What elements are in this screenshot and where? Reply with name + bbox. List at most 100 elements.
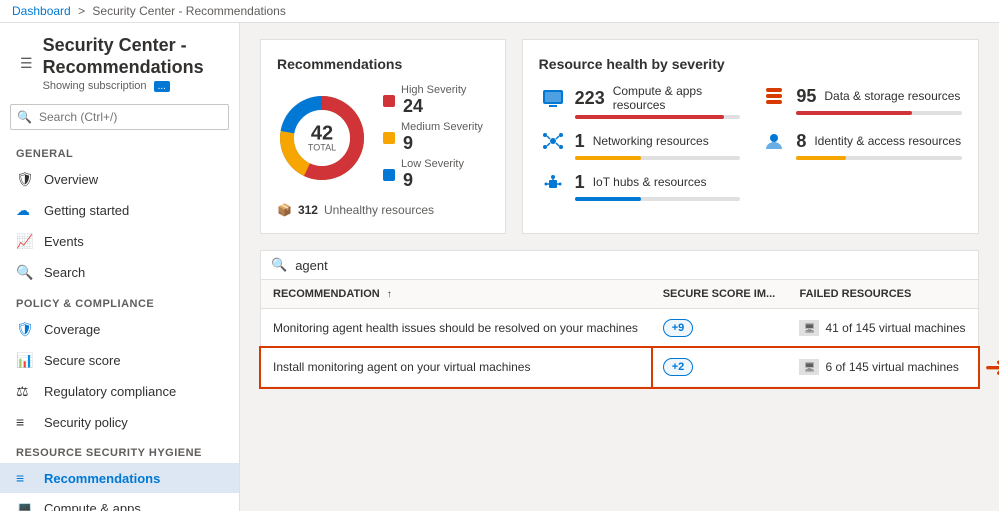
sidebar-item-label: Overview (44, 172, 98, 187)
iot-count: 1 (575, 172, 585, 193)
sidebar-item-label: Compute & apps (44, 501, 141, 511)
table-row[interactable]: Monitoring agent health issues should be… (261, 309, 978, 348)
high-count: 24 (403, 96, 466, 117)
score-badge-2: +2 (663, 358, 694, 376)
recommendations-card-title: Recommendations (277, 56, 489, 72)
vm-cell: 🖥 41 of 145 virtual machines (799, 320, 966, 336)
sidebar-item-recommendations[interactable]: ≡ Recommendations (0, 463, 239, 493)
resource-data-top: 95 Data & storage resources (760, 84, 962, 108)
data-name: Data & storage resources (824, 89, 960, 103)
filter-input[interactable] (295, 258, 968, 273)
compute-count: 223 (575, 88, 605, 109)
unhealthy-row: 📦 312 Unhealthy resources (277, 203, 489, 217)
page-subtitle: Showing subscription ... (43, 80, 223, 92)
iot-res-icon (539, 170, 567, 194)
resource-compute: 223 Compute & apps resources (539, 84, 741, 119)
sidebar-item-getting-started[interactable]: ☁ Getting started (0, 195, 239, 226)
table: RECOMMENDATION ↑ SECURE SCORE IM... FAIL… (261, 280, 978, 387)
sidebar: ☰ Security Center - Recommendations Show… (0, 23, 240, 511)
col-score: SECURE SCORE IM... (651, 280, 788, 309)
sidebar-item-events[interactable]: 📈 Events (0, 226, 239, 257)
severity-list: High Severity 24 Medium Severity 9 (383, 84, 483, 191)
sidebar-item-label: Events (44, 234, 84, 249)
breadcrumb-home[interactable]: Dashboard (12, 4, 71, 18)
policy-icon: ≡ (16, 414, 36, 430)
resource-iot: 1 IoT hubs & resources (539, 170, 741, 201)
recommendations-table: RECOMMENDATION ↑ SECURE SCORE IM... FAIL… (260, 280, 979, 388)
identity-bar (796, 156, 846, 160)
vm-icon: 🖥 (799, 320, 819, 336)
top-cards-row: Recommendations (260, 39, 979, 234)
identity-bar-bg (796, 156, 962, 160)
resource-data: 95 Data & storage resources (760, 84, 962, 119)
vm-icon-2: 🖥 (799, 359, 819, 375)
main-content: Recommendations (240, 23, 999, 511)
identity-name: Identity & access resources (814, 134, 961, 148)
compute-bar (575, 115, 724, 119)
identity-count: 8 (796, 131, 806, 152)
data-count: 95 (796, 86, 816, 107)
sidebar-item-overview[interactable]: 🛡 Overview (0, 164, 239, 195)
collapse-button[interactable]: ☰ (16, 51, 37, 76)
section-label-general: GENERAL (0, 138, 239, 164)
health-card-title: Resource health by severity (539, 56, 962, 72)
table-row-highlighted[interactable]: Install monitoring agent on your virtual… (261, 348, 978, 387)
recommendations-card: Recommendations (260, 39, 506, 234)
sidebar-item-coverage[interactable]: 🛡 Coverage (0, 314, 239, 345)
low-count: 9 (403, 170, 464, 191)
cards-area: Recommendations (240, 23, 999, 250)
resource-networking-top: 1 Networking resources (539, 129, 741, 153)
unhealthy-label: Unhealthy resources (324, 203, 434, 217)
data-res-icon (760, 84, 788, 108)
recommendations-icon: ≡ (16, 470, 36, 486)
sidebar-item-label: Getting started (44, 203, 129, 218)
iot-bar-bg (575, 197, 741, 201)
sidebar-item-secure-score[interactable]: 📊 Secure score (0, 345, 239, 376)
donut-label: TOTAL (308, 143, 336, 152)
donut-center: 42 TOTAL (308, 123, 336, 152)
section-label-hygiene: RESOURCE SECURITY HYGIENE (0, 437, 239, 463)
sort-arrow: ↑ (387, 289, 392, 300)
sidebar-item-compute-apps[interactable]: 💻 Compute & apps (0, 493, 239, 511)
search-input[interactable] (10, 104, 229, 130)
col-recommendation: RECOMMENDATION ↑ (261, 280, 651, 309)
breadcrumb: Dashboard > Security Center - Recommenda… (0, 0, 999, 23)
sidebar-item-search[interactable]: 🔍 Search (0, 257, 239, 288)
col-failed: FAILED RESOURCES (787, 280, 978, 309)
table-header-row: RECOMMENDATION ↑ SECURE SCORE IM... FAIL… (261, 280, 978, 309)
cloud-icon: ☁ (16, 202, 36, 219)
data-bar (796, 111, 912, 115)
networking-bar (575, 156, 641, 160)
sidebar-item-regulatory-compliance[interactable]: ⚖ Regulatory compliance (0, 376, 239, 407)
resource-identity-top: 8 Identity & access resources (760, 129, 962, 153)
filter-search-icon: 🔍 (271, 257, 287, 273)
networking-res-icon (539, 129, 567, 153)
page-title: Security Center - Recommendations (43, 35, 223, 78)
compute-icon: 💻 (16, 500, 36, 511)
data-bar-bg (796, 111, 962, 115)
recommendation-cell: Monitoring agent health issues should be… (261, 309, 651, 348)
sidebar-item-label: Security policy (44, 415, 128, 430)
severity-low: Low Severity 9 (383, 158, 483, 191)
sidebar-item-security-policy[interactable]: ≡ Security policy (0, 407, 239, 437)
resource-health-card: Resource health by severity 223 Compute … (522, 39, 979, 234)
resource-grid: 223 Compute & apps resources (539, 84, 962, 201)
unhealthy-count: 312 (298, 203, 318, 217)
filter-bar: 🔍 (260, 250, 979, 280)
networking-count: 1 (575, 131, 585, 152)
low-label: Low Severity (401, 158, 464, 170)
donut-total: 42 (308, 123, 336, 143)
resource-networking: 1 Networking resources (539, 129, 741, 160)
search-nav-icon: 🔍 (16, 264, 36, 281)
donut-chart: 42 TOTAL (277, 93, 367, 183)
resource-identity: 8 Identity & access resources (760, 129, 962, 160)
resource-compute-top: 223 Compute & apps resources (539, 84, 741, 112)
score-cell: +9 (651, 309, 788, 348)
score-badge: +9 (663, 319, 694, 337)
high-dot (383, 95, 395, 107)
sidebar-item-label: Search (44, 265, 85, 280)
score-icon: 📊 (16, 352, 36, 369)
compliance-icon: ⚖ (16, 383, 36, 400)
compute-name: Compute & apps resources (613, 84, 741, 112)
severity-medium: Medium Severity 9 (383, 121, 483, 154)
